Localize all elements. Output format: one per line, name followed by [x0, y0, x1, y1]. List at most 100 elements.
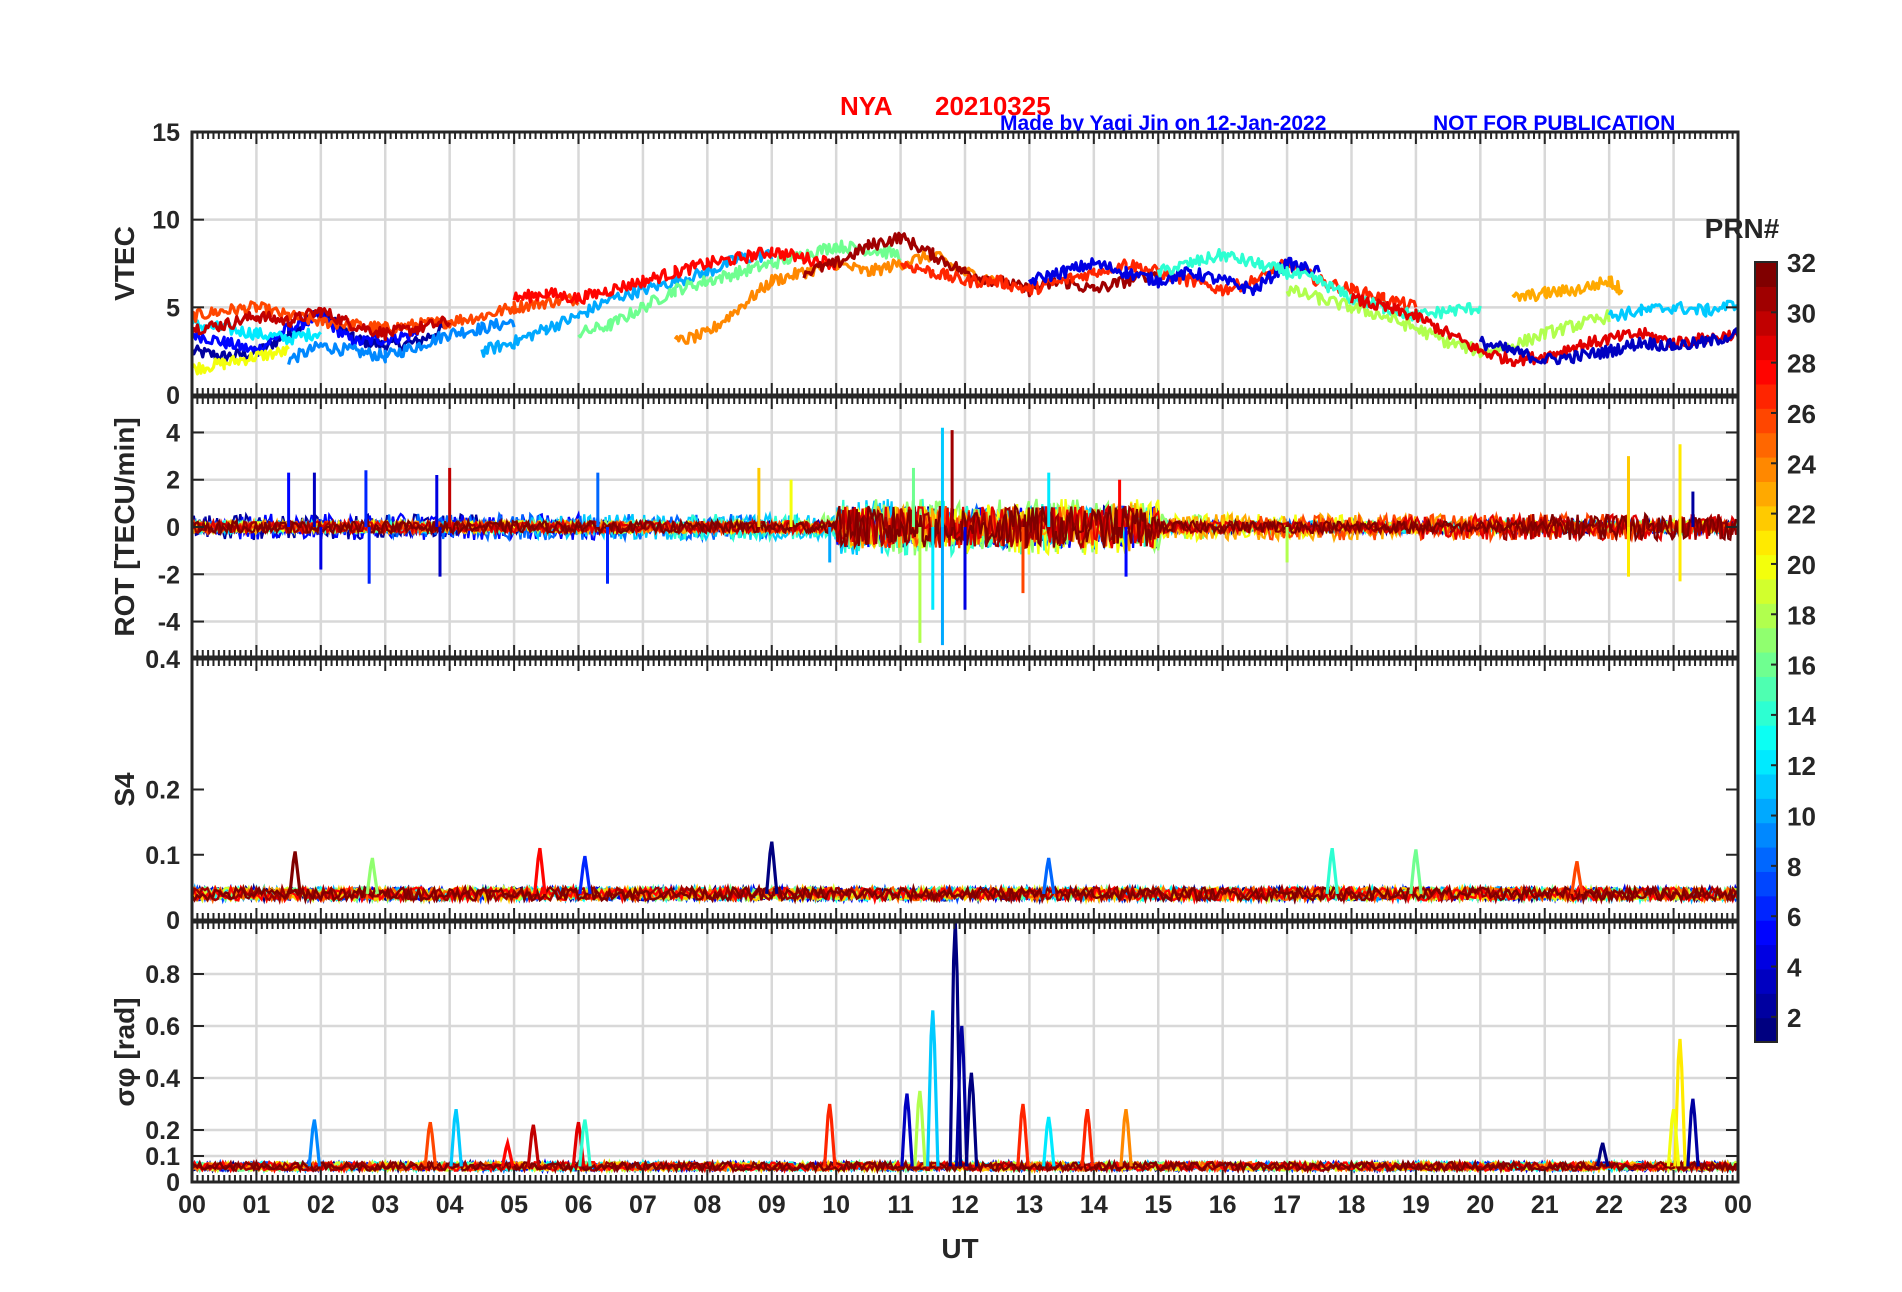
colorbar-title: PRN#: [1705, 213, 1780, 244]
colorbar-swatch: [1755, 627, 1777, 653]
x-tick-label: 19: [1402, 1191, 1430, 1219]
y-tick-label: 2: [166, 467, 180, 495]
colorbar-swatch: [1755, 749, 1777, 775]
colorbar-swatch: [1755, 725, 1777, 751]
colorbar-swatch: [1755, 847, 1777, 872]
y-tick-label: 10: [152, 207, 180, 235]
y-tick-label: 0.6: [145, 1013, 180, 1041]
y-tick-label: 0: [166, 907, 180, 935]
colorbar-swatch: [1755, 676, 1777, 702]
colorbar-swatch: [1755, 578, 1777, 604]
colorbar-swatch: [1755, 773, 1777, 799]
panel-rot: -4 -2 0 2 4 ROT [TECU/min]: [109, 395, 1740, 659]
x-tick-label: 12: [951, 1191, 979, 1219]
colorbar-swatch: [1755, 871, 1777, 897]
x-tick-label: 05: [500, 1191, 528, 1219]
panels: 051015VTEC-4-2024ROT [TECU/min]00.10.20.…: [109, 119, 1740, 1197]
colorbar-swatch: [1755, 920, 1777, 946]
x-tick-label: 08: [693, 1191, 721, 1219]
colorbar-tick-label: 4: [1787, 953, 1802, 983]
colorbar-tick-label: 22: [1787, 500, 1816, 530]
x-tick-label: 21: [1531, 1191, 1559, 1219]
x-tick-label: 06: [565, 1191, 593, 1219]
colorbar-tick-label: 32: [1787, 248, 1816, 278]
colorbar-swatch: [1755, 432, 1777, 458]
y-axis-label: ROT [TECU/min]: [109, 417, 140, 636]
x-tick-label: 22: [1595, 1191, 1623, 1219]
x-tick-labels: 00 01 02 03 04 05 06 07 08 09 10 11 12 13 14 15 16 17 18 19…: [178, 1191, 1752, 1219]
panel-sigma_phi: 00.10.20.40.60.8σφ [rad]: [109, 920, 1740, 1197]
x-tick-label: 23: [1660, 1191, 1688, 1219]
y-tick-label: 0.2: [145, 1117, 180, 1145]
colorbar-tick-label: 8: [1787, 852, 1801, 882]
colorbar-swatch: [1755, 505, 1777, 531]
colorbar-tick-label: 14: [1787, 701, 1816, 731]
colorbar-tick-label: 30: [1787, 298, 1816, 328]
colorbar-tick-label: 6: [1787, 902, 1801, 932]
colorbar-tick-label: 28: [1787, 349, 1816, 379]
y-tick-label: 0: [166, 514, 180, 542]
colorbar-swatch: [1755, 798, 1777, 824]
y-tick-label: 4: [166, 419, 180, 447]
x-axis-label: UT: [941, 1233, 978, 1264]
x-tick-label: 14: [1080, 1191, 1108, 1219]
colorbar-tick-label: 12: [1787, 751, 1816, 781]
colorbar-swatch: [1755, 554, 1777, 580]
colorbar-swatch: [1755, 603, 1777, 629]
y-axis-label: VTEC: [109, 226, 140, 301]
colorbar-tick-label: 26: [1787, 399, 1816, 429]
y-tick-label: 0.4: [145, 646, 180, 674]
colorbar-tick-label: 20: [1787, 550, 1816, 580]
colorbar-tick-label: 24: [1787, 449, 1816, 479]
y-tick-label: 0.1: [145, 1143, 180, 1171]
y-tick-label: -2: [158, 561, 180, 589]
x-tick-label: 17: [1273, 1191, 1301, 1219]
colorbar-swatch: [1755, 968, 1777, 994]
x-tick-label: 04: [436, 1191, 464, 1219]
colorbar-swatch: [1755, 286, 1777, 312]
station-label: NYA: [840, 91, 893, 121]
x-tick-label: 18: [1338, 1191, 1366, 1219]
y-tick-label: 0.8: [145, 961, 180, 989]
x-tick-label: 07: [629, 1191, 657, 1219]
colorbar-tick-label: 10: [1787, 802, 1816, 832]
colorbar-swatch: [1755, 481, 1777, 507]
x-tick-label: 10: [822, 1191, 850, 1219]
y-tick-label: -4: [158, 609, 180, 637]
x-tick-label: 20: [1466, 1191, 1494, 1219]
colorbar-swatch: [1755, 335, 1777, 361]
colorbar-swatch: [1755, 822, 1777, 848]
colorbar-swatch: [1755, 383, 1777, 409]
colorbar-swatch: [1755, 993, 1777, 1019]
x-tick-label: 02: [307, 1191, 335, 1219]
colorbar-swatch: [1755, 530, 1777, 556]
y-tick-label: 0.4: [145, 1065, 180, 1093]
y-tick-label: 5: [166, 294, 180, 322]
colorbar: 2468101214161820222426283032: [1754, 248, 1816, 1043]
scintillation-figure: NYA 20210325 Made by Yaqi Jin on 12-Jan-…: [109, 91, 1816, 1264]
colorbar-tick-label: 16: [1787, 651, 1816, 681]
panel-s4: 0 0.1 0.2 0.4 S4: [109, 646, 1740, 935]
y-tick-label: 0.1: [145, 842, 180, 870]
colorbar-tick-label: 18: [1787, 600, 1816, 630]
colorbar-swatch: [1755, 262, 1777, 287]
y-tick-label: 15: [152, 119, 180, 147]
x-tick-label: 13: [1016, 1191, 1044, 1219]
panel-background: [192, 659, 1738, 920]
colorbar-swatch: [1755, 700, 1777, 726]
x-tick-label: 15: [1144, 1191, 1172, 1219]
colorbar-tick-label: 2: [1787, 1003, 1801, 1033]
x-tick-label: 01: [243, 1191, 271, 1219]
x-tick-label: 03: [371, 1191, 399, 1219]
colorbar-swatch: [1755, 310, 1777, 336]
y-axis-label: S4: [109, 772, 140, 807]
colorbar-swatch: [1755, 1017, 1777, 1043]
x-tick-label: 00: [1724, 1191, 1752, 1219]
colorbar-swatch: [1755, 457, 1777, 482]
x-tick-label: 16: [1209, 1191, 1237, 1219]
panel-vtec: 0 5 10 15 VTEC: [109, 119, 1740, 410]
y-tick-label: 0: [166, 382, 180, 410]
y-tick-label: 0.2: [145, 777, 180, 805]
y-axis-label: σφ [rad]: [109, 997, 140, 1106]
x-tick-label: 00: [178, 1191, 206, 1219]
